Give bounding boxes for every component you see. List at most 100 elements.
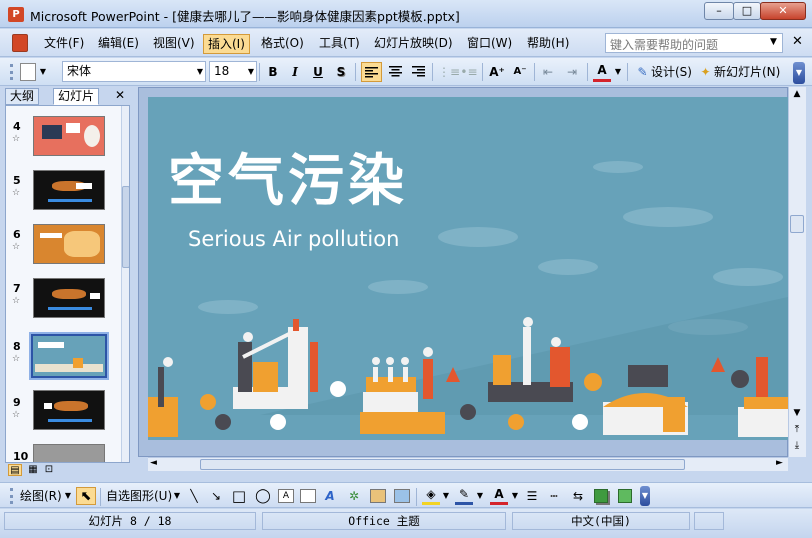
fill-dropdown-icon[interactable]: ▼ — [442, 487, 450, 505]
font-size-dropdown-icon[interactable]: ▼ — [245, 62, 257, 82]
slide-vertical-scrollbar[interactable] — [788, 87, 806, 457]
tab-slides[interactable]: 幻灯片 — [53, 88, 100, 105]
shadow-style-icon[interactable] — [594, 489, 608, 503]
design-button[interactable]: 设计(S) — [651, 62, 693, 82]
thumbnail-scrollbar[interactable] — [121, 106, 129, 462]
slide-thumbnail-4[interactable] — [33, 116, 105, 156]
clipart-icon[interactable] — [370, 489, 386, 503]
align-left-button[interactable] — [361, 62, 382, 82]
maximize-button[interactable]: □ — [733, 2, 761, 20]
slideshow-view-button[interactable]: ⊡ — [42, 464, 56, 476]
help-search-input[interactable]: 键入需要帮助的问题 — [605, 33, 783, 53]
scroll-down-button[interactable]: ▼ — [788, 408, 806, 418]
scroll-up-button[interactable]: ▲ — [788, 89, 806, 99]
previous-slide-button[interactable]: ⤒ — [788, 424, 806, 435]
font-name-dropdown-icon[interactable]: ▼ — [194, 62, 206, 82]
scroll-right-button[interactable]: ► — [776, 458, 783, 468]
shadow-button[interactable]: S — [332, 62, 350, 82]
thumbnail-scrollbar-thumb[interactable] — [122, 186, 129, 268]
slide-thumbnail-9[interactable] — [33, 390, 105, 430]
menu-file[interactable]: 文件(F) — [40, 34, 88, 54]
slide-thumbnail-8-selected[interactable] — [29, 332, 109, 380]
line-tool-button[interactable]: ╲ — [186, 487, 202, 505]
dash-style-icon[interactable]: ┅ — [546, 487, 562, 505]
help-dropdown-icon[interactable]: ▼ — [770, 37, 777, 47]
select-pointer-button[interactable]: ⬉ — [76, 487, 96, 505]
increase-font-size-button[interactable]: A⁺ — [487, 62, 507, 82]
decrease-font-size-button[interactable]: A⁻ — [510, 62, 530, 82]
menu-view[interactable]: 视图(V) — [149, 34, 199, 54]
normal-view-button[interactable]: ▤ — [8, 464, 22, 476]
drawing-toolbar-options-button[interactable]: ▼ — [640, 486, 650, 506]
menu-slideshow[interactable]: 幻灯片放映(D) — [370, 34, 457, 54]
new-slide-button[interactable]: 新幻灯片(N) — [714, 62, 786, 82]
new-dropdown-icon[interactable]: ▼ — [38, 62, 48, 82]
line-color-dropdown-icon[interactable]: ▼ — [476, 487, 484, 505]
toolbar-grip-icon[interactable] — [10, 64, 13, 80]
line-style-icon[interactable]: ☰ — [524, 487, 540, 505]
menu-format[interactable]: 格式(O) — [257, 34, 308, 54]
font-name-select[interactable]: 宋体 — [62, 61, 206, 82]
next-slide-button[interactable]: ⤓ — [788, 440, 806, 451]
bullets-icon[interactable]: •≡ — [460, 62, 478, 82]
font-color-button[interactable]: A — [593, 62, 611, 82]
new-document-icon[interactable] — [20, 63, 36, 81]
document-icon[interactable] — [12, 34, 28, 52]
thumbnail-shape — [35, 364, 103, 372]
line-color-icon[interactable]: ✎ — [455, 487, 473, 505]
close-document-button[interactable]: ✕ — [792, 34, 803, 49]
tab-outline[interactable]: 大纲 — [5, 88, 40, 105]
fill-color-icon[interactable]: ◈ — [422, 487, 440, 505]
arrow-style-icon[interactable]: ⇆ — [570, 487, 586, 505]
font-color-dropdown-icon[interactable]: ▼ — [613, 62, 623, 82]
menu-edit[interactable]: 编辑(E) — [94, 34, 143, 54]
menu-help[interactable]: 帮助(H) — [523, 34, 573, 54]
menu-tools[interactable]: 工具(T) — [315, 34, 364, 54]
scroll-left-button[interactable]: ◄ — [150, 458, 157, 468]
autoshapes-button[interactable]: 自选图形(U) — [106, 487, 174, 505]
draw-dropdown-icon[interactable]: ▼ — [63, 487, 73, 505]
underline-button[interactable]: U — [309, 62, 327, 82]
rectangle-tool-button[interactable]: □ — [230, 487, 248, 505]
font-color-draw-dropdown-icon[interactable]: ▼ — [511, 487, 519, 505]
slide-thumbnail-10[interactable] — [33, 444, 105, 462]
minimize-button[interactable]: – — [704, 2, 734, 20]
textbox-tool-button[interactable]: A — [278, 489, 294, 503]
menu-insert[interactable]: 插入(I) — [203, 34, 250, 54]
menu-window[interactable]: 窗口(W) — [463, 34, 516, 54]
slide-thumbnail-7[interactable] — [33, 278, 105, 318]
pane-close-button[interactable]: ✕ — [115, 88, 125, 102]
picture-icon[interactable] — [394, 489, 410, 503]
thumbnail-shape — [40, 233, 62, 238]
slide-thumbnail-6[interactable] — [33, 224, 105, 264]
toolbar-options-button[interactable]: ▼ — [793, 62, 805, 84]
slide-thumbnail-pane[interactable]: 4 ☆ 5 ☆ 6 ☆ 7 ☆ 8 ☆ 9 ☆ 10 — [5, 105, 130, 463]
decrease-indent-icon[interactable]: ⇤ — [539, 62, 557, 82]
wordart-icon[interactable]: A — [322, 487, 338, 505]
numbering-icon[interactable]: ⋮≡ — [438, 62, 460, 82]
slide-thumbnail-5[interactable] — [33, 170, 105, 210]
font-color-draw-button[interactable]: A — [490, 487, 508, 505]
italic-button[interactable]: I — [286, 62, 304, 82]
align-right-button[interactable] — [408, 62, 428, 82]
oval-tool-button[interactable]: ◯ — [254, 487, 272, 505]
slide-number: 8 — [13, 340, 21, 353]
slide-title[interactable]: 空气污染 — [168, 152, 408, 212]
slide-subtitle[interactable]: Serious Air pollution — [188, 227, 399, 251]
horizontal-scrollbar-thumb[interactable] — [200, 459, 685, 470]
slide-vertical-scrollbar-thumb[interactable] — [790, 215, 804, 233]
draw-menu-button[interactable]: 绘图(R) — [20, 487, 66, 505]
align-center-button[interactable] — [385, 62, 405, 82]
close-window-button[interactable]: ✕ — [760, 2, 806, 20]
powerpoint-app-icon[interactable]: P — [8, 7, 24, 22]
3d-style-icon[interactable] — [618, 489, 632, 503]
current-slide[interactable]: 空气污染 Serious Air pollution — [148, 97, 788, 440]
diagram-icon[interactable]: ✲ — [346, 487, 362, 505]
toolbar-grip-icon[interactable] — [10, 488, 13, 504]
arrow-tool-button[interactable]: ↘ — [208, 487, 224, 505]
vertical-textbox-icon[interactable] — [300, 489, 316, 503]
slide-sorter-view-button[interactable]: ▦ — [26, 464, 40, 476]
increase-indent-icon[interactable]: ⇥ — [563, 62, 581, 82]
bold-button[interactable]: B — [264, 62, 282, 82]
autoshapes-dropdown-icon[interactable]: ▼ — [172, 487, 182, 505]
